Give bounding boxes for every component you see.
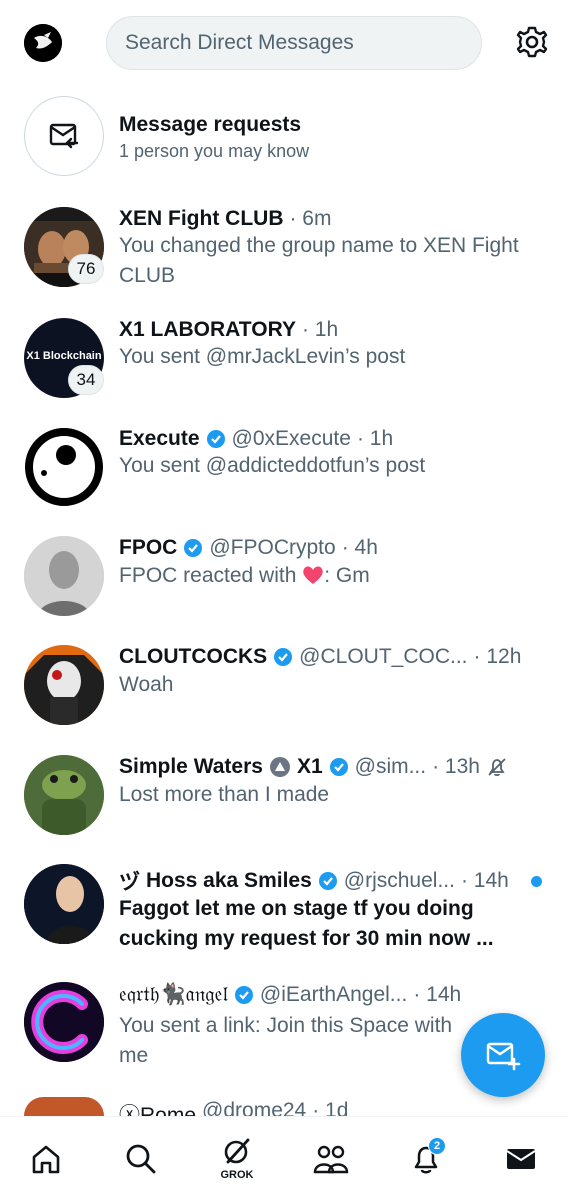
conversation-name: XEN Fight CLUB xyxy=(119,207,284,230)
conversation-handle: @drome24 xyxy=(202,1099,307,1116)
heart-reaction-icon xyxy=(303,566,323,584)
user-avatar xyxy=(24,645,104,725)
top-bar: Search Direct Messages xyxy=(0,0,568,86)
conversation-preview: Woah xyxy=(119,673,174,696)
grok-icon[interactable] xyxy=(215,1129,259,1173)
unread-indicator xyxy=(531,876,542,887)
conversation-header: X1 LABORATORY · 1h xyxy=(119,318,338,342)
user-avatar xyxy=(24,864,104,944)
user-avatar xyxy=(24,982,104,1062)
conversation-header: ヅ Hoss aka Smiles @rjschuel... · 14h xyxy=(119,866,509,896)
conversation-handle: @FPOCrypto xyxy=(209,536,336,559)
conversation-handle: @iEarthAngel... xyxy=(259,983,408,1006)
conversation-handle: @CLOUT_COC... xyxy=(299,645,468,668)
conversation-header: CLOUTCOCKS @CLOUT_COC... · 12h xyxy=(119,645,521,669)
conversation-preview: You sent @addicteddotfun’s post xyxy=(119,454,426,477)
search-icon[interactable] xyxy=(119,1137,163,1181)
message-requests-icon xyxy=(24,96,104,176)
search-input[interactable]: Search Direct Messages xyxy=(106,16,482,70)
conversation-time: · 12h xyxy=(473,645,522,668)
conversation-time: · 14h xyxy=(460,869,509,892)
conversation-preview: FPOC reacted with : Gm xyxy=(119,561,539,591)
conversation-time: · 14h xyxy=(413,983,462,1006)
conversation-time: · 1h xyxy=(356,427,394,450)
verified-badge-icon xyxy=(318,872,337,890)
conversation-time: · 4h xyxy=(341,536,378,559)
profile-avatar[interactable] xyxy=(24,24,62,62)
group-member-count-badge: 76 xyxy=(68,254,104,284)
conversation-name: 𝔢𝔮𝔯𝔱𝔥🐈‍⬛𝔞𝔫𝔤𝔢𝔩 xyxy=(119,983,228,1006)
verified-badge-icon xyxy=(274,648,293,666)
user-avatar xyxy=(24,536,104,616)
conversation-name: X1 LABORATORY xyxy=(119,318,296,341)
conversation-time: · 1h xyxy=(301,318,339,341)
conversation-preview: Faggot let me on stage tf you doing cuck… xyxy=(119,897,494,950)
user-avatar xyxy=(24,755,104,835)
conversation-handle: @rjschuel... xyxy=(343,869,455,892)
conversation-header: 𝔢𝔮𝔯𝔱𝔥🐈‍⬛𝔞𝔫𝔤𝔢𝔩 @iEarthAngel... · 14h xyxy=(119,983,461,1007)
muted-bell-icon xyxy=(488,758,506,777)
conversation-preview: You changed the group name to XEN Fight … xyxy=(119,234,519,287)
settings-gear-icon[interactable] xyxy=(512,22,552,62)
grok-label: GROK xyxy=(220,1169,254,1181)
user-avatar xyxy=(24,427,104,507)
x1-logo-icon xyxy=(269,757,290,777)
conversation-header: Simple Waters X1 @sim... · 13h xyxy=(119,755,508,779)
conversation-header: Execute @0xExecute · 1h xyxy=(119,427,393,451)
conversation-name-prefix: ヅ xyxy=(119,871,140,894)
preview-text: FPOC reacted with xyxy=(119,564,297,587)
message-requests-title: Message requests xyxy=(119,113,302,136)
notifications-count-badge: 2 xyxy=(428,1137,446,1155)
avatar-label: X1 Blockchain xyxy=(26,350,102,362)
new-message-icon xyxy=(486,1042,521,1071)
messages-icon[interactable] xyxy=(499,1137,543,1181)
conversation-preview: Lost more than I made xyxy=(119,783,330,806)
conversation-header: ⓧRome @drome24 · 1d xyxy=(119,1099,348,1116)
profile-avatar-image xyxy=(24,24,62,62)
conversation-name: ⓧRome xyxy=(119,1104,197,1116)
verified-badge-icon xyxy=(184,539,203,557)
group-member-count-badge: 34 xyxy=(68,365,104,395)
conversation-name: Simple Waters xyxy=(119,755,263,778)
preview-text-suffix: : Gm xyxy=(324,564,370,587)
verified-badge-icon xyxy=(329,758,348,776)
conversation-preview: You sent a link: Join this Space with me xyxy=(119,1014,453,1067)
conversation-name: Hoss aka Smiles xyxy=(146,869,312,892)
bottom-navigation: GROK 2 xyxy=(0,1116,568,1200)
verified-badge-icon xyxy=(234,986,253,1004)
conversation-handle: @0xExecute xyxy=(231,427,351,450)
conversation-name: FPOC xyxy=(119,536,178,559)
conversation-preview: You sent @mrJackLevin’s post xyxy=(119,345,406,368)
conversation-name-suffix: X1 xyxy=(296,755,323,778)
conversation-name: Execute xyxy=(119,427,200,450)
conversation-time: · 6m xyxy=(289,207,332,230)
conversation-name: CLOUTCOCKS xyxy=(119,645,268,668)
conversation-time: · 1d xyxy=(312,1099,349,1116)
conversation-time: · 13h xyxy=(432,755,480,778)
search-placeholder: Search Direct Messages xyxy=(125,31,354,54)
conversation-header: XEN Fight CLUB · 6m xyxy=(119,207,331,231)
message-requests-subtitle: 1 person you may know xyxy=(119,141,310,161)
conversation-header: FPOC @FPOCrypto · 4h xyxy=(119,536,378,560)
home-icon[interactable] xyxy=(24,1137,68,1181)
communities-icon[interactable] xyxy=(309,1137,353,1181)
user-avatar xyxy=(24,1097,104,1116)
new-message-button[interactable] xyxy=(461,1013,545,1097)
conversation-handle: @sim... xyxy=(354,755,427,778)
verified-badge-icon xyxy=(206,430,225,448)
